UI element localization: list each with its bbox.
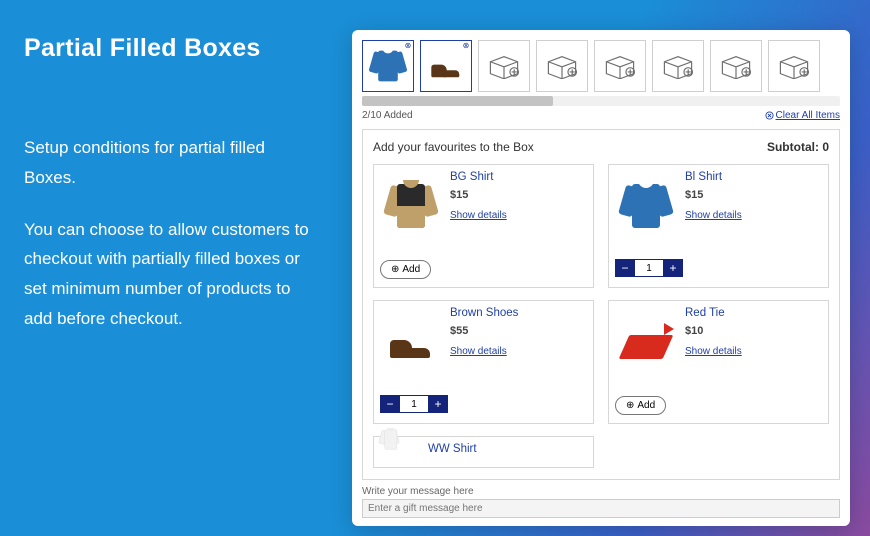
gift-message-input[interactable]: [362, 499, 840, 518]
feature-title: Partial Filled Boxes: [24, 34, 314, 63]
clear-all-items-label: Clear All Items: [776, 110, 840, 121]
empty-box-icon: [487, 53, 521, 79]
product-image: [615, 307, 677, 377]
product-card-bg-shirt: BG Shirt $15 Show details ⊕ Add: [373, 164, 594, 288]
product-name[interactable]: Brown Shoes: [450, 307, 585, 319]
product-card-brown-shoes: Brown Shoes $55 Show details − +: [373, 300, 594, 424]
slot-thumb-brown-shoes: [429, 51, 464, 82]
empty-box-icon: [603, 53, 637, 79]
box-slots-row: ⊗ ⊗: [362, 40, 840, 92]
quantity-stepper: − +: [615, 259, 683, 277]
box-slot-empty[interactable]: [768, 40, 820, 92]
subtotal-display: Subtotal: 0: [767, 140, 829, 154]
product-card-ww-shirt: WW Shirt: [373, 436, 594, 468]
box-slot-empty[interactable]: [594, 40, 646, 92]
box-slot-2[interactable]: ⊗: [420, 40, 472, 92]
qty-decrease-button[interactable]: −: [615, 259, 635, 277]
add-button[interactable]: ⊕ Add: [615, 396, 666, 415]
box-slot-empty[interactable]: [536, 40, 588, 92]
show-details-link[interactable]: Show details: [685, 210, 742, 221]
subtotal-value: 0: [822, 140, 829, 154]
box-slot-empty[interactable]: [710, 40, 762, 92]
box-slot-1[interactable]: ⊗: [362, 40, 414, 92]
product-price: $15: [450, 189, 585, 201]
clear-icon: [765, 111, 774, 120]
product-name[interactable]: BG Shirt: [450, 171, 585, 183]
product-image: [380, 171, 442, 241]
plus-icon: ⊕: [626, 400, 634, 411]
box-slot-empty[interactable]: [652, 40, 704, 92]
product-card-bl-shirt: Bl Shirt $15 Show details − +: [608, 164, 829, 288]
favourites-heading: Add your favourites to the Box: [373, 140, 534, 154]
box-builder-window: ⊗ ⊗ 2/10 Added: [352, 30, 850, 526]
add-button-label: Add: [402, 264, 420, 275]
show-details-link[interactable]: Show details: [450, 210, 507, 221]
empty-box-icon: [777, 53, 811, 79]
slot-thumb-blue-shirt: [371, 46, 405, 85]
feature-desc-p1: Setup conditions for partial filled Boxe…: [24, 133, 314, 193]
product-image: [380, 307, 442, 377]
quantity-stepper: − +: [380, 395, 448, 413]
subtotal-label: Subtotal:: [767, 140, 819, 154]
plus-icon: ⊕: [391, 264, 399, 275]
product-name[interactable]: WW Shirt: [428, 443, 585, 455]
favourites-box: Add your favourites to the Box Subtotal:…: [362, 129, 840, 480]
show-details-link[interactable]: Show details: [685, 346, 742, 357]
feature-desc-p2: You can choose to allow customers to che…: [24, 215, 314, 334]
qty-increase-button[interactable]: +: [663, 259, 683, 277]
qty-increase-button[interactable]: +: [428, 395, 448, 413]
add-button[interactable]: ⊕ Add: [380, 260, 431, 279]
box-slot-empty[interactable]: [478, 40, 530, 92]
slots-added-count: 2/10 Added: [362, 110, 413, 121]
product-price: $55: [450, 325, 585, 337]
product-name[interactable]: Red Tie: [685, 307, 820, 319]
slots-scrollbar-thumb[interactable]: [362, 96, 553, 106]
feature-description: Setup conditions for partial filled Boxe…: [24, 133, 314, 334]
empty-box-icon: [661, 53, 695, 79]
clear-all-items-link[interactable]: Clear All Items: [765, 110, 840, 121]
product-image: [380, 443, 420, 467]
gift-message-label: Write your message here: [362, 486, 840, 497]
product-name[interactable]: Bl Shirt: [685, 171, 820, 183]
remove-slot-icon[interactable]: ⊗: [461, 41, 471, 51]
slots-scrollbar[interactable]: [362, 96, 840, 106]
product-price: $10: [685, 325, 820, 337]
qty-input[interactable]: [400, 395, 428, 413]
add-button-label: Add: [637, 400, 655, 411]
product-image: [615, 171, 677, 241]
qty-decrease-button[interactable]: −: [380, 395, 400, 413]
product-price: $15: [685, 189, 820, 201]
qty-input[interactable]: [635, 259, 663, 277]
show-details-link[interactable]: Show details: [450, 346, 507, 357]
empty-box-icon: [545, 53, 579, 79]
empty-box-icon: [719, 53, 753, 79]
product-card-red-tie: Red Tie $10 Show details ⊕ Add: [608, 300, 829, 424]
